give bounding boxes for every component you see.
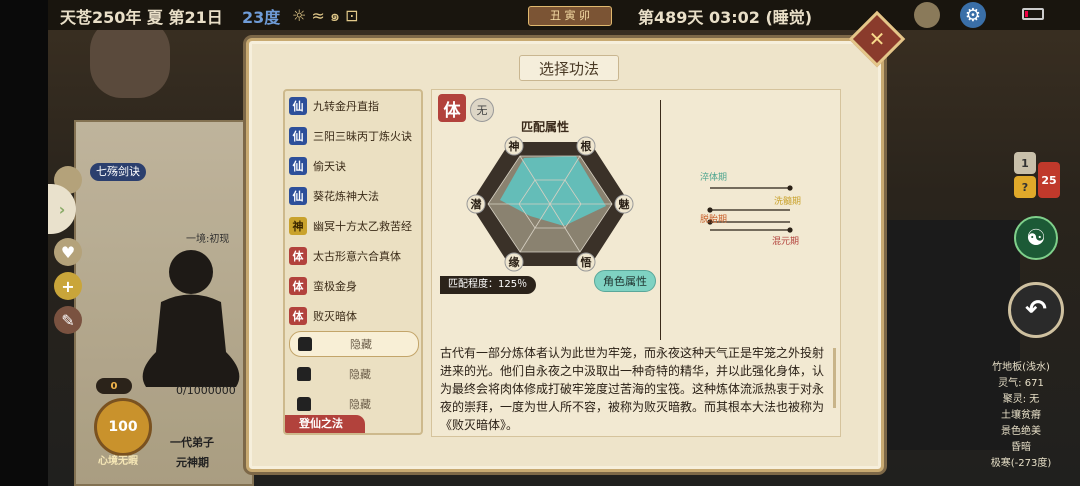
detail-divider: [660, 100, 661, 340]
realm-cuiti: 淬体期: [700, 171, 727, 183]
xian-badge: 仙: [289, 127, 307, 145]
technique-name: 败灭暗体: [313, 310, 357, 323]
ti-badge: 体: [289, 277, 307, 295]
avatar-small-icon[interactable]: [914, 2, 940, 28]
technique-name: 蛮极金身: [313, 280, 357, 293]
heart-icon[interactable]: ♥: [54, 238, 82, 266]
disciple-label: 一代弟子: [170, 436, 214, 449]
technique-detail: 体 无 匹配属性 神 根 魅 悟 缘 潜 匹配程度：125％ 角色属性 淬体期 …: [431, 89, 841, 437]
radar-label-wu: 悟: [581, 255, 592, 269]
radar-label-mei: 魅: [619, 197, 630, 211]
match-attr-title: 匹配属性: [520, 120, 569, 134]
tile-info: 竹地板(浅水) 灵气: 671 聚灵: 无 土壤贫瘠 景色绝美 昏暗 极寒(-2…: [990, 362, 1052, 469]
hidden-technique-item[interactable]: 隐藏: [289, 361, 419, 387]
technique-item[interactable]: 仙 偷天诀: [289, 153, 419, 179]
mind-state-label: 心境无暇: [98, 456, 138, 467]
tool-icon[interactable]: ✎: [54, 306, 82, 334]
skill-tag[interactable]: 七殇剑诀: [90, 163, 146, 181]
technique-name: 偷天诀: [313, 160, 346, 173]
shen-badge: 神: [289, 217, 307, 235]
lock-icon: [298, 337, 312, 351]
quest-icon[interactable]: ?: [1014, 176, 1036, 198]
dengxian-tab[interactable]: 登仙之法: [285, 415, 365, 433]
lock-icon: [297, 367, 311, 381]
radar-label-qian: 潜: [471, 197, 483, 211]
back-icon[interactable]: ↶: [1008, 282, 1064, 338]
temperature: 23度: [242, 8, 281, 27]
ti-badge: 体: [289, 307, 307, 325]
meditating-figure-icon: [142, 250, 240, 387]
exp-counter: 0/1000000: [176, 384, 236, 397]
game-date: 天苍250年 夏 第21日: [60, 8, 223, 27]
zodiac-plate[interactable]: 丑 寅 卯: [528, 6, 612, 26]
technique-name: 葵花炼神大法: [313, 190, 379, 203]
day-time: 第489天 03:02 (睡觉): [638, 8, 813, 27]
mind-state-icon[interactable]: 100: [94, 398, 152, 456]
realm-label: 一境:初现: [186, 234, 230, 245]
technique-name: 九转金丹直指: [313, 100, 379, 113]
technique-list: 仙 九转金丹直指 仙 三阳三昧丙丁炼火诀 仙 偷天诀 仙 葵花炼神大法 神 幽冥…: [283, 89, 423, 435]
lock-icon: [297, 397, 311, 411]
technique-item[interactable]: 体 败灭暗体: [289, 303, 419, 329]
technique-item[interactable]: 仙 葵花炼神大法: [289, 183, 419, 209]
technique-description: 古代有一部分炼体者认为此世为牢笼，而永夜这种天气正是牢笼之外投射进来的光。他们自…: [440, 346, 825, 432]
match-degree: 匹配程度：125％: [440, 276, 536, 294]
realm-hunyuan: 混元期: [772, 236, 799, 247]
skill-tag-label: 七殇剑诀: [96, 165, 140, 178]
realm-progress-chart: 淬体期 洗髓期 脱胎期 混元期: [700, 171, 801, 247]
technique-select-dialog: 选择功法 ✕ 仙 九转金丹直指 仙 三阳三昧丙丁炼火诀 仙 偷天诀 仙 葵花炼神…: [246, 10, 906, 472]
top-status-bar: 天苍250年 夏 第21日 23度 ☼ ≈ ๑ ⊡ 丑 寅 卯 第489天 03…: [48, 0, 1080, 30]
beast-portrait[interactable]: [90, 18, 170, 98]
close-icon: ✕: [868, 27, 886, 51]
realm-xisui: 洗髓期: [774, 195, 801, 207]
dialog-title: 选择功法: [519, 55, 619, 81]
element-badge: 无: [470, 98, 494, 122]
xian-badge: 仙: [289, 97, 307, 115]
xian-badge: 仙: [289, 157, 307, 175]
attribute-radar-chart: 神 根 魅 悟 缘 潜: [466, 136, 634, 272]
body-type-badge: 体: [438, 94, 466, 122]
role-attribute-button[interactable]: 角色属性: [594, 270, 656, 292]
radar-label-shen: 神: [509, 139, 520, 153]
hidden-technique-item[interactable]: 隐藏: [289, 331, 419, 357]
screen-edge: [0, 0, 48, 486]
taiji-icon[interactable]: ☯: [1014, 216, 1058, 260]
stage-label: 元神期: [176, 456, 209, 469]
technique-item[interactable]: 体 太古形意六合真体: [289, 243, 419, 269]
radar-label-gen: 根: [581, 139, 593, 153]
notice-badge[interactable]: 1: [1014, 152, 1036, 174]
count-badge: 0: [96, 378, 132, 394]
gear-icon[interactable]: ⚙: [960, 2, 986, 28]
battery-icon: [1022, 8, 1044, 20]
hidden-technique-item[interactable]: 隐藏: [289, 391, 419, 417]
description-scrollbar[interactable]: [833, 348, 836, 408]
technique-name: 幽冥十方太乙救苦经: [313, 220, 412, 233]
technique-item[interactable]: 体 蛮极金身: [289, 273, 419, 299]
alert-badge[interactable]: 25: [1038, 162, 1060, 198]
weather-icons[interactable]: ☼ ≈ ๑ ⊡: [292, 4, 359, 29]
technique-item[interactable]: 仙 九转金丹直指: [289, 93, 419, 119]
xian-badge: 仙: [289, 187, 307, 205]
ti-badge: 体: [289, 247, 307, 265]
technique-name: 三阳三昧丙丁炼火诀: [313, 130, 412, 143]
realm-tuotai: 脱胎期: [700, 213, 727, 225]
technique-item[interactable]: 仙 三阳三昧丙丁炼火诀: [289, 123, 419, 149]
radar-label-yuan: 缘: [509, 255, 520, 269]
technique-name: 太古形意六合真体: [313, 250, 401, 263]
technique-item[interactable]: 神 幽冥十方太乙救苦经: [289, 213, 419, 239]
add-icon[interactable]: +: [54, 272, 82, 300]
